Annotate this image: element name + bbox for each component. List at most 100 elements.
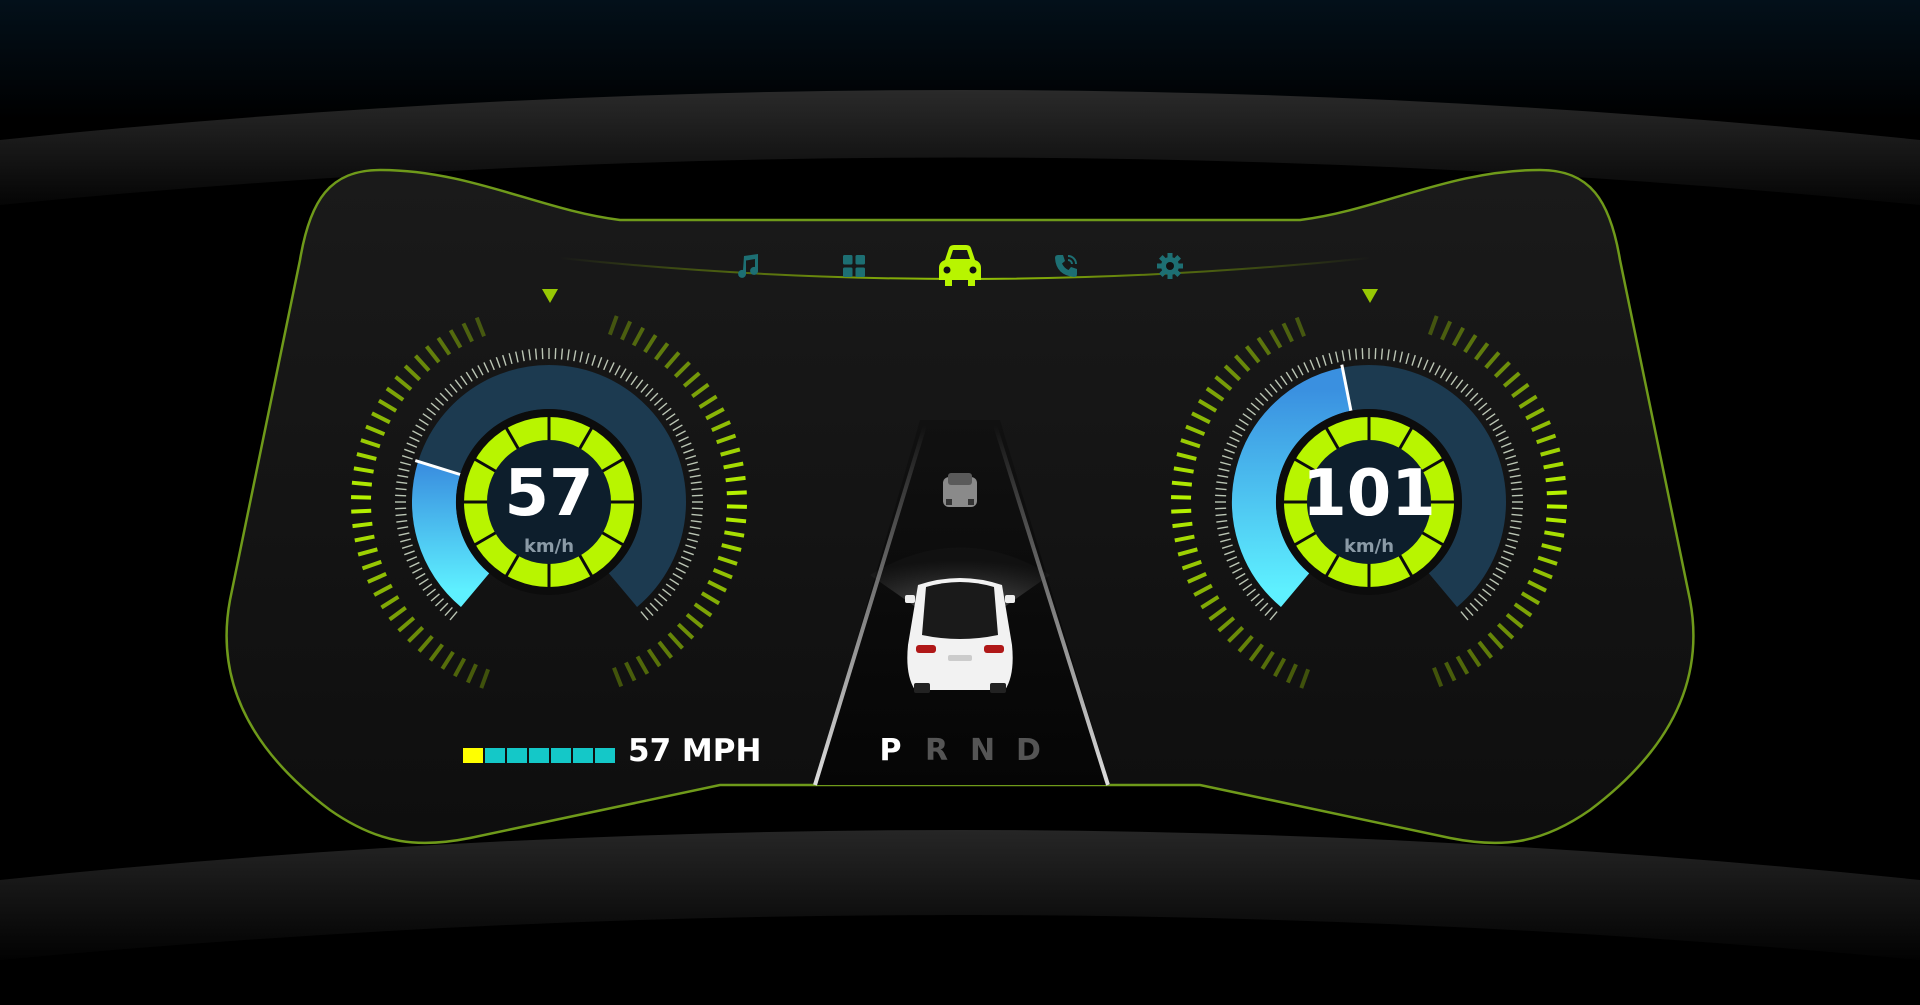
left-gauge-fine-tick [412, 430, 423, 437]
right-gauge-fine-tick [1500, 556, 1512, 562]
left-gauge-outer-tick [700, 591, 721, 606]
left-gauge-outer-tick [377, 398, 398, 413]
left-gauge-outer-tick [417, 635, 434, 653]
right-gauge-outer-tick [1217, 616, 1236, 633]
music-note-icon[interactable] [730, 250, 766, 282]
left-gauge-outer-tick [461, 322, 474, 343]
right-gauge-fine-tick [1250, 402, 1260, 411]
right-gauge-fine-tick [1218, 532, 1230, 537]
left-gauge-outer-tick [673, 361, 691, 378]
right-gauge-fine-tick [1269, 611, 1278, 621]
right-gauge-fine-tick [1399, 351, 1404, 363]
left-gauge-outer-tick [403, 364, 422, 382]
left-gauge-outer-tick [407, 626, 425, 643]
right-gauge-fine-tick [1226, 442, 1238, 448]
left-gauge-outer-tick [667, 632, 684, 650]
right-gauge-outer-tick [1208, 606, 1227, 622]
left-gauge-outer-tick [371, 411, 391, 425]
left-gauge-outer-tick [635, 655, 650, 675]
gear-icon[interactable] [1152, 250, 1188, 282]
right-gauge-outer-tick [1171, 480, 1193, 487]
right-gauge-outer-tick [1177, 547, 1198, 557]
left-gauge-fine-tick [635, 379, 644, 389]
left-gauge-fine-tick [686, 461, 698, 466]
right-gauge-outer-tick [1187, 572, 1207, 584]
left-gauge-outer-tick [353, 466, 374, 474]
left-gauge-outer-tick [608, 315, 619, 336]
right-gauge-fine-tick [1328, 353, 1333, 365]
left-gauge-fine-tick [653, 598, 664, 607]
left-gauge-fine-tick [619, 368, 627, 379]
right-speed-value: 101 [1302, 457, 1436, 531]
left-gauge-outer-tick [712, 567, 733, 580]
right-gauge-fine-tick [1280, 375, 1288, 386]
gear-selector[interactable]: PRND [878, 733, 1041, 768]
right-gauge-fine-tick [1393, 350, 1397, 362]
left-gauge-fine-tick [514, 351, 519, 363]
gear-r[interactable]: R [924, 733, 949, 768]
left-gauge-fine-tick [678, 561, 689, 568]
left-gauge-fine-tick [398, 467, 410, 472]
right-gauge-outer-tick [1286, 663, 1298, 684]
right-gauge-fine-tick [1216, 519, 1228, 523]
right-gauge-fine-tick [1264, 606, 1273, 617]
right-gauge-fine-tick [1485, 583, 1496, 591]
left-gauge-outer-tick [693, 602, 713, 618]
left-gauge-fine-tick [566, 349, 570, 361]
right-gauge-fine-tick [1274, 379, 1283, 389]
right-gauge-fine-tick [1224, 550, 1235, 556]
left-gauge-outer-tick [394, 375, 413, 392]
left-gauge-outer-tick [354, 534, 375, 543]
right-gauge-outer-tick [1527, 579, 1547, 593]
left-gauge-outer-tick [723, 461, 744, 470]
right-gauge-fine-tick [1506, 461, 1518, 466]
right-gauge-fine-tick [1510, 481, 1522, 485]
right-gauge-outer-tick [1463, 334, 1478, 354]
right-gauge-fine-tick [1423, 359, 1429, 371]
left-gauge-fine-tick [471, 368, 479, 379]
left-gauge-outer-tick [612, 666, 624, 688]
gear-p[interactable]: P [878, 733, 903, 768]
left-gauge-fine-tick [444, 387, 453, 398]
left-gauge-outer-tick [365, 424, 386, 437]
right-gauge-outer-tick [1260, 650, 1275, 670]
right-speed-readout: 101 km/h [1259, 462, 1479, 557]
left-gauge-outer-tick [691, 382, 710, 398]
right-gauge-outer-tick [1511, 382, 1530, 398]
left-gauge-fine-tick [685, 455, 697, 460]
left-gauge-outer-tick [351, 508, 372, 514]
right-gauge-fine-tick [1482, 588, 1492, 597]
right-gauge-fine-tick [1309, 359, 1315, 371]
left-gauge-outer-tick [356, 452, 377, 461]
right-gauge-fine-tick [1297, 365, 1304, 376]
grid-icon[interactable] [836, 250, 872, 282]
right-gauge-fine-tick [1450, 375, 1458, 386]
right-gauge-fine-tick [1465, 606, 1474, 617]
left-gauge-fine-tick [691, 513, 703, 517]
left-gauge-outer-tick [620, 320, 632, 341]
left-gauge-outer-tick [725, 475, 746, 483]
car-icon[interactable] [935, 242, 985, 290]
right-gauge-outer-tick [1273, 657, 1287, 678]
right-gauge-fine-tick [1354, 348, 1358, 360]
left-gauge-fine-tick [688, 532, 700, 537]
left-gauge-fine-tick [415, 424, 426, 432]
gear-n[interactable]: N [970, 733, 995, 768]
mph-bar [463, 748, 615, 763]
left-gauge-outer-tick [360, 438, 381, 449]
left-gauge-fine-tick [400, 461, 412, 466]
gear-d[interactable]: D [1016, 733, 1041, 768]
left-gauge-fine-tick [688, 467, 700, 472]
left-gauge-fine-tick [404, 550, 415, 556]
right-gauge-fine-tick [1217, 474, 1229, 478]
left-gauge-fine-tick [685, 544, 697, 549]
right-gauge-outer-tick [1545, 517, 1567, 524]
phone-icon[interactable] [1048, 250, 1084, 282]
right-gauge-fine-tick [1434, 365, 1441, 376]
left-gauge-outer-tick [428, 643, 444, 662]
right-gauge-fine-tick [1217, 526, 1229, 530]
left-gauge-fine-tick [434, 598, 445, 607]
left-gauge-fine-tick [418, 578, 429, 586]
left-gauge-outer-tick [711, 420, 731, 432]
left-gauge-fine-tick [396, 519, 408, 523]
